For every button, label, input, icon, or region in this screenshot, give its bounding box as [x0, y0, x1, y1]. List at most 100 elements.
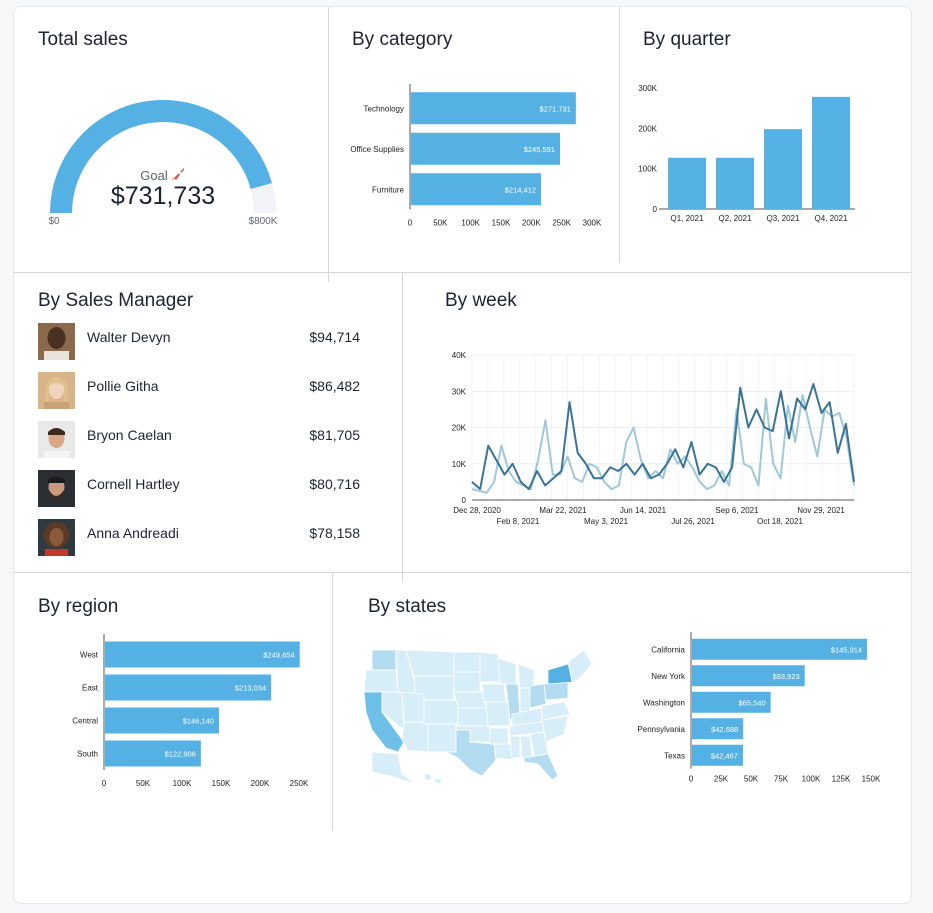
panel-title-by-states: By states	[368, 596, 447, 617]
category-label: East	[82, 684, 99, 693]
category-label: West	[80, 651, 99, 660]
tick-label: 20K	[452, 424, 467, 433]
map-region-pennsylvania	[543, 681, 569, 701]
tick-label: Jun 14, 2021	[620, 506, 667, 515]
avatar	[38, 421, 75, 458]
tick-label: 250K	[552, 219, 571, 228]
manager-name: Pollie Githa	[87, 378, 159, 394]
data-label: $249,654	[263, 651, 294, 660]
data-label: $42,688	[711, 725, 738, 734]
tick-label: 300K	[638, 84, 657, 93]
category-label: Q4, 2021	[815, 214, 848, 223]
tick-label: 30K	[452, 387, 467, 396]
tick-label: 50K	[136, 779, 151, 788]
tick-label: 75K	[774, 775, 789, 784]
tick-label: Mar 22, 2021	[539, 506, 587, 515]
tick-label: Oct 18, 2021	[757, 517, 803, 526]
map-region-ohio	[529, 683, 547, 709]
manager-value: $94,714	[309, 329, 360, 345]
tick-label: Dec 28, 2020	[453, 506, 501, 515]
tick-label: 50K	[433, 219, 448, 228]
map-region-michigan	[517, 663, 535, 689]
data-label: $146,140	[183, 717, 214, 726]
bar	[764, 129, 802, 209]
data-label: $42,467	[711, 751, 738, 760]
tick-label: 150K	[212, 779, 231, 788]
category-label: New York	[651, 672, 686, 681]
map-region-north-dakota	[453, 651, 481, 673]
avatar	[38, 519, 75, 556]
data-label: $65,540	[739, 698, 766, 707]
panel-title-by-quarter: By quarter	[643, 29, 731, 50]
tick-label: 0	[102, 779, 107, 788]
category-label: Furniture	[372, 185, 405, 194]
map-region-indiana	[519, 687, 531, 715]
divider	[14, 572, 911, 573]
map-region-new-mexico	[427, 723, 457, 753]
category-label: Office Supplies	[350, 145, 404, 154]
category-label: South	[77, 750, 98, 759]
region-bar-chart: West $249,654 East $213,034 Central $146,140 S…	[72, 634, 309, 788]
tick-label: 50K	[744, 775, 759, 784]
manager-row: Bryon Caelan $81,705	[38, 421, 368, 459]
tick-label: 250K	[290, 779, 309, 788]
manager-row: Walter Devyn $94,714	[38, 323, 368, 361]
data-label: $145,914	[831, 645, 862, 654]
manager-row: Cornell Hartley $80,716	[38, 470, 368, 508]
data-label: $214,412	[505, 185, 536, 194]
tick-label: 0	[653, 205, 658, 214]
gauge-max-label: $800K	[249, 216, 278, 227]
map-region-florida	[523, 753, 559, 781]
tick-label: 300K	[583, 219, 602, 228]
tick-label: 0	[462, 496, 467, 505]
manager-row: Anna Andreadi $78,158	[38, 519, 368, 557]
rocket-icon	[172, 168, 184, 180]
panel-title-total-sales: Total sales	[38, 29, 128, 50]
category-label: California	[651, 645, 685, 654]
bar	[668, 157, 706, 209]
map-region-kansas	[457, 707, 489, 727]
data-label: $93,923	[773, 672, 800, 681]
gauge-value: $731,733	[111, 182, 215, 210]
tick-label: 100K	[638, 165, 657, 174]
panel-title-by-category: By category	[352, 29, 453, 50]
map-region-carolinas	[541, 715, 569, 743]
manager-name: Bryon Caelan	[87, 427, 172, 443]
data-label: $122,906	[165, 750, 196, 759]
map-region-oregon	[363, 669, 399, 693]
avatar	[38, 470, 75, 507]
tick-label: 150K	[492, 219, 511, 228]
tick-label: May 3, 2021	[584, 517, 629, 526]
category-label: Technology	[364, 104, 404, 113]
tick-label: 200K	[638, 124, 657, 133]
tick-label: 0	[689, 775, 694, 784]
map-region-minnesota	[479, 651, 501, 683]
tick-label: Sep 6, 2021	[715, 506, 759, 515]
map-region-colorado	[423, 699, 459, 725]
tick-label: 0	[408, 219, 413, 228]
category-label: Pennsylvania	[637, 725, 685, 734]
map-region-wisconsin	[497, 657, 517, 685]
category-label: Q3, 2021	[767, 214, 800, 223]
map-region-missouri	[485, 701, 511, 727]
map-region-utah	[401, 691, 425, 723]
gauge-goal-label: Goal	[140, 168, 168, 183]
tick-label: 100K	[802, 775, 821, 784]
panel-title-by-region: By region	[38, 596, 119, 617]
week-line-chart: 0 10K 20K 30K 40K Dec 28, 2020 Mar 22, 2021 Jun…	[452, 351, 855, 526]
tick-label: Nov 29, 2021	[797, 506, 845, 515]
manager-value: $86,482	[309, 378, 360, 394]
manager-value: $81,705	[309, 427, 360, 443]
divider	[328, 7, 329, 282]
manager-value: $80,716	[309, 476, 360, 492]
tick-label: 125K	[832, 775, 851, 784]
map-region-mississippi	[509, 735, 521, 759]
manager-name: Walter Devyn	[87, 329, 171, 345]
tick-label: 200K	[251, 779, 270, 788]
map-region-montana	[405, 649, 455, 677]
map-region-alaska	[371, 751, 417, 785]
panel-title-by-week: By week	[445, 290, 517, 311]
divider	[619, 7, 620, 263]
map-region-arizona	[401, 721, 429, 753]
category-label: Q1, 2021	[671, 214, 704, 223]
